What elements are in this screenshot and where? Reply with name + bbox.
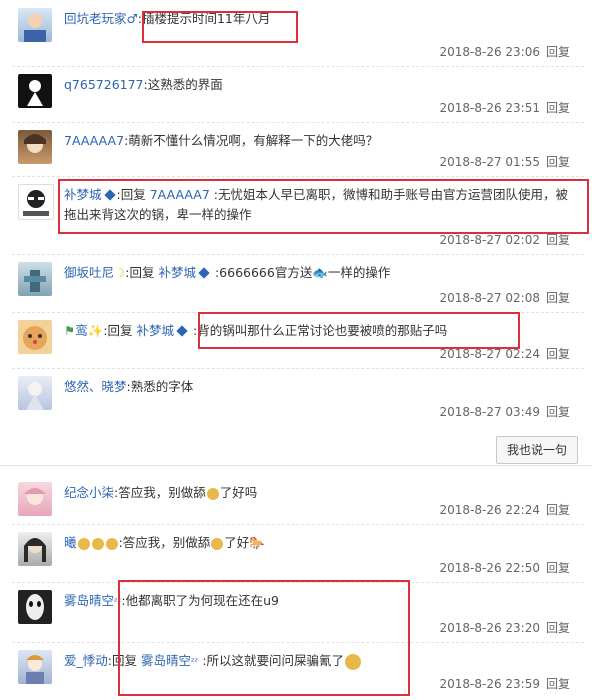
comment-line: 纪念小柒:答应我，别做舔 了好吗 bbox=[64, 485, 258, 500]
comment-text-tail: 了好 bbox=[224, 535, 250, 550]
timestamp: 2018-8-26 23:06 bbox=[439, 45, 540, 59]
username-link[interactable]: 御坂吐尼 bbox=[64, 265, 114, 280]
timestamp: 2018-8-27 03:49 bbox=[439, 405, 540, 419]
timestamp: 2018-8-26 23:20 bbox=[439, 621, 540, 635]
reply-link[interactable]: 回复 bbox=[546, 45, 570, 59]
comment-row: 曦:答应我，别做舔 了好🐎 2018-8-26 22:50 回复 bbox=[12, 524, 584, 583]
reply-to-user-link[interactable]: 补梦城 bbox=[158, 265, 196, 280]
comment-row: 御坂吐尼☽:回复 补梦城 :6666666官方送🐟一样的操作 ▼ 2018-8-… bbox=[12, 254, 584, 562]
fish-emoji-icon: 🐟 bbox=[312, 265, 328, 280]
male-icon: ♂ bbox=[126, 11, 138, 26]
avatar[interactable] bbox=[18, 184, 54, 220]
username-link[interactable]: 7AAAAA7 bbox=[64, 133, 124, 148]
reply-link[interactable]: 回复 bbox=[546, 155, 570, 169]
comment-line: 曦:答应我，别做舔 了好🐎 bbox=[64, 535, 265, 550]
emoji-icon bbox=[77, 537, 90, 550]
emoji-icon bbox=[206, 487, 219, 500]
flag-icon: ⚑ bbox=[64, 323, 76, 338]
avatar[interactable] bbox=[18, 482, 52, 516]
avatar[interactable] bbox=[18, 74, 52, 108]
reply-link[interactable]: 回复 bbox=[546, 503, 570, 517]
comment-row: 回坑老玩家♂:插楼提示时间11年八月 2018-8-26 23:06 回复 bbox=[12, 0, 584, 67]
timestamp: 2018-8-26 23:51 bbox=[439, 101, 540, 115]
reply-link[interactable]: 回复 bbox=[546, 621, 570, 635]
add-comment-button[interactable]: 我也说一句 bbox=[496, 436, 578, 464]
reply-link[interactable]: 回复 bbox=[546, 561, 570, 575]
comment-meta: 2018-8-26 22:24 回复 bbox=[439, 501, 570, 518]
comment-text: :6666666官方送 bbox=[214, 265, 313, 280]
reply-to-user-link[interactable]: 补梦城 bbox=[137, 323, 175, 338]
comment-row: 悠然、晓梦:熟悉的字体 2018-8-27 03:49 回复 bbox=[12, 368, 584, 426]
username-link[interactable]: 回坑老玩家 bbox=[64, 11, 127, 26]
comment-row: 7AAAAA7:萌新不懂什么情况啊，有解释一下的大佬吗？ 2018-8-27 0… bbox=[12, 122, 584, 177]
timestamp: 2018-8-26 23:59 bbox=[439, 677, 540, 691]
comment-text: 答应我，别做舔 bbox=[118, 485, 206, 500]
username-link[interactable]: q765726177 bbox=[64, 77, 144, 92]
diamond-badge-icon bbox=[176, 325, 188, 337]
comment-line: 7AAAAA7:萌新不懂什么情况啊，有解释一下的大佬吗？ bbox=[64, 133, 379, 148]
sparkle-emoji-icon: ✨ bbox=[87, 323, 104, 338]
comment-text: 萌新不懂什么情况啊，有解释一下的大佬吗？ bbox=[128, 133, 379, 148]
comment-meta: 2018-8-26 23:51 回复 bbox=[439, 99, 570, 116]
timestamp: 2018-8-27 02:08 bbox=[439, 291, 540, 305]
comment-meta: 2018-8-26 23:20 回复 bbox=[439, 619, 570, 636]
comment-text: 这熟悉的界面 bbox=[147, 77, 223, 92]
username-link[interactable]: 曦 bbox=[64, 535, 77, 550]
comment-meta: 2018-8-26 23:59 回复 bbox=[439, 675, 570, 692]
emoji-icon bbox=[105, 537, 118, 550]
comment-text-tail: 了好吗 bbox=[219, 485, 258, 500]
comment-meta: 2018-8-26 22:50 回复 bbox=[439, 559, 570, 576]
comment-line: q765726177:这熟悉的界面 bbox=[64, 77, 223, 92]
timestamp: 2018-8-27 01:55 bbox=[439, 155, 540, 169]
avatar[interactable] bbox=[18, 320, 52, 354]
username-link[interactable]: 雾岛晴空 bbox=[64, 593, 114, 608]
comment-text-tail: 一样的操作 bbox=[327, 265, 391, 280]
highlight-box bbox=[118, 580, 410, 696]
avatar[interactable] bbox=[18, 376, 52, 410]
reply-prefix: 回复 bbox=[129, 265, 155, 280]
diamond-badge-icon bbox=[198, 267, 210, 279]
comment-meta: 2018-8-27 03:49 回复 bbox=[439, 403, 570, 420]
reply-link[interactable]: 回复 bbox=[546, 677, 570, 691]
avatar[interactable] bbox=[18, 130, 52, 164]
reply-link[interactable]: 回复 bbox=[546, 233, 570, 247]
comment-line: 悠然、晓梦:熟悉的字体 bbox=[64, 379, 194, 394]
highlight-box bbox=[58, 179, 589, 234]
emoji-icon bbox=[211, 537, 224, 550]
reply-prefix: 回复 bbox=[107, 323, 133, 338]
highlight-box bbox=[142, 11, 298, 43]
timestamp: 2018-8-27 02:24 bbox=[439, 347, 540, 361]
timestamp: 2018-8-26 22:24 bbox=[439, 503, 540, 517]
username-link[interactable]: 纪念小柒 bbox=[64, 485, 114, 500]
comment-panel-bottom: 纪念小柒:答应我，别做舔 了好吗 2018-8-26 22:24 回复 曦:答应我，… bbox=[0, 465, 592, 700]
comment-text: 答应我，别做舔 bbox=[122, 535, 211, 550]
horse-emoji-icon: 🐎 bbox=[249, 535, 265, 550]
comment-line: 御坂吐尼☽:回复 补梦城 :6666666官方送🐟一样的操作 bbox=[64, 265, 391, 280]
avatar[interactable] bbox=[18, 650, 52, 684]
comment-panel-top: 回坑老玩家♂:插楼提示时间11年八月 2018-8-26 23:06 回复 q76… bbox=[0, 0, 592, 562]
comment-meta: 2018-8-27 01:55 回复 bbox=[439, 153, 570, 170]
highlight-box bbox=[198, 312, 520, 349]
comment-meta: 2018-8-27 02:08 回复 bbox=[439, 289, 570, 306]
reply-link[interactable]: 回复 bbox=[546, 405, 570, 419]
avatar[interactable] bbox=[18, 8, 52, 42]
comment-row: 纪念小柒:答应我，别做舔 了好吗 2018-8-26 22:24 回复 bbox=[12, 474, 584, 525]
username-link[interactable]: 爱_悸动 bbox=[64, 653, 108, 668]
comment-text: 熟悉的字体 bbox=[130, 379, 194, 394]
avatar[interactable] bbox=[18, 590, 52, 624]
moon-emoji-icon: ☽ bbox=[114, 265, 126, 280]
comment-line: 回坑老玩家♂:插楼提示时间11年八月 bbox=[64, 11, 271, 26]
username-link[interactable]: 鸾 bbox=[75, 323, 88, 338]
avatar[interactable] bbox=[18, 532, 52, 566]
timestamp: 2018-8-27 02:02 bbox=[439, 233, 540, 247]
avatar[interactable] bbox=[18, 262, 52, 296]
comment-meta: 2018-8-26 23:06 回复 bbox=[439, 43, 570, 60]
comment-row: q765726177:这熟悉的界面 2018-8-26 23:51 回复 bbox=[12, 66, 584, 123]
emoji-icon bbox=[91, 537, 104, 550]
timestamp: 2018-8-26 22:50 bbox=[439, 561, 540, 575]
reply-link[interactable]: 回复 bbox=[546, 347, 570, 361]
username-link[interactable]: 悠然、晓梦 bbox=[64, 379, 127, 394]
reply-link[interactable]: 回复 bbox=[546, 101, 570, 115]
reply-link[interactable]: 回复 bbox=[546, 291, 570, 305]
